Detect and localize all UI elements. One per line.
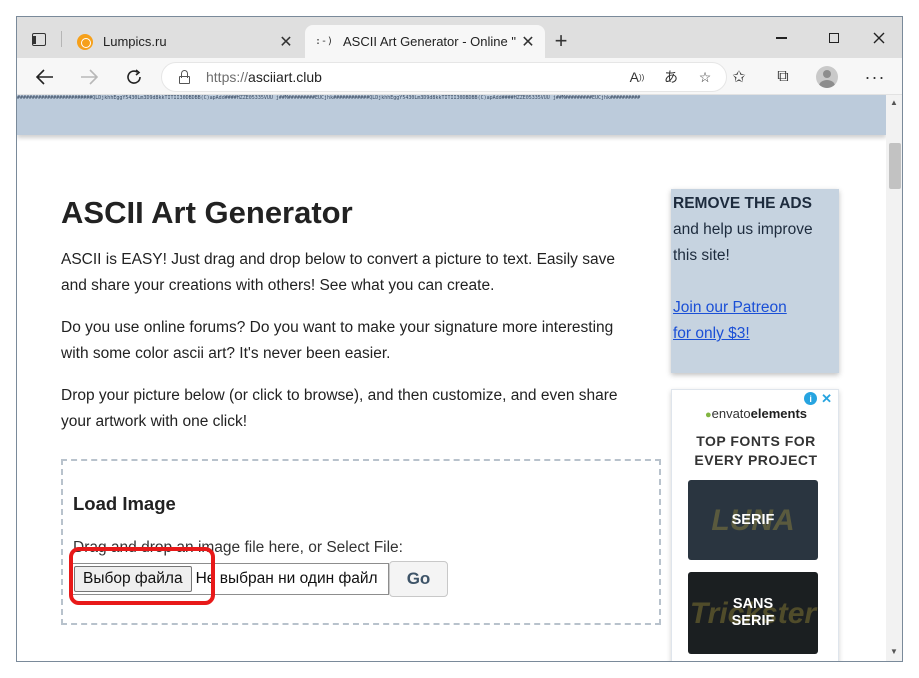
remove-ads-text: and help us improve this site! xyxy=(673,221,813,264)
forums-paragraph: Do you use online forums? Do you want to… xyxy=(61,319,614,362)
minimize-button[interactable] xyxy=(761,25,801,51)
tab-separator xyxy=(61,31,62,47)
tab-strip: Lumpics.ru ✕ :-) ASCII Art Generator - O… xyxy=(17,17,902,58)
page-title: ASCII Art Generator xyxy=(61,195,353,230)
file-status-text: Не выбран ни один файл xyxy=(195,570,378,587)
tab-close-icon[interactable]: ✕ xyxy=(517,31,539,53)
ad-headline: TOP FONTS FOR EVERY PROJECT xyxy=(694,433,818,468)
page-viewport: #########################QLDjkhhEggY5430… xyxy=(17,95,886,661)
ascii-favicon-icon: :-) xyxy=(315,35,334,47)
envato-ad[interactable]: i ✕ ●envatoelements TOP FONTS FOR EVERY … xyxy=(671,389,839,661)
forward-button[interactable] xyxy=(75,63,103,91)
highlight-annotation xyxy=(69,547,215,605)
minimize-icon xyxy=(775,37,787,39)
tab-title: Lumpics.ru xyxy=(103,34,167,49)
ascii-banner: #########################QLDjkhhEggY5430… xyxy=(17,95,886,135)
envato-logo: ●envatoelements xyxy=(704,406,808,421)
address-bar[interactable]: https://asciiart.club A)) あ ☆ xyxy=(161,62,727,92)
forward-arrow-icon xyxy=(81,69,98,85)
maximize-icon xyxy=(829,33,839,43)
read-aloud-icon[interactable]: A)) xyxy=(624,64,650,90)
ad-card-sans-serif[interactable]: Trickster SANS SERIF xyxy=(688,572,818,654)
profile-button[interactable] xyxy=(813,63,841,91)
go-button[interactable]: Go xyxy=(389,561,448,597)
close-icon xyxy=(873,32,885,44)
tab-lumpics[interactable]: Lumpics.ru ✕ xyxy=(67,25,303,58)
intro-paragraph: ASCII is EASY! Just drag and drop below … xyxy=(61,251,615,294)
maximize-button[interactable] xyxy=(814,25,854,51)
collections-icon[interactable]: ⧉ xyxy=(769,63,797,91)
lock-icon[interactable] xyxy=(178,70,192,84)
reload-button[interactable] xyxy=(120,63,148,91)
banner-ascii-text: #########################QLDjkhhEggY5430… xyxy=(17,95,641,101)
instructions-paragraph: Drop your picture below (or click to bro… xyxy=(61,387,618,430)
scroll-up-icon[interactable]: ▲ xyxy=(890,98,898,107)
avatar xyxy=(816,66,838,88)
tab-close-icon[interactable]: ✕ xyxy=(275,31,297,53)
remove-ads-box: REMOVE THE ADS and help us improve this … xyxy=(671,189,839,373)
load-image-heading: Load Image xyxy=(73,493,176,514)
patreon-link[interactable]: Join our Patreon xyxy=(673,295,837,321)
browser-window: Lumpics.ru ✕ :-) ASCII Art Generator - O… xyxy=(16,16,903,662)
more-menu-icon[interactable]: ··· xyxy=(861,63,889,91)
url-text[interactable]: https://asciiart.club xyxy=(206,69,624,85)
tab-ascii-art[interactable]: :-) ASCII Art Generator - Online "HD ✕ xyxy=(305,25,545,58)
tab-actions-icon[interactable] xyxy=(29,29,49,49)
ad-card-serif[interactable]: LUNA SERIF xyxy=(688,480,818,560)
scrollbar-thumb[interactable] xyxy=(889,143,901,189)
ad-close-icon[interactable]: ✕ xyxy=(821,392,832,405)
ad-info-icon[interactable]: i xyxy=(804,392,818,405)
new-tab-button[interactable]: + xyxy=(549,28,573,53)
back-button[interactable] xyxy=(31,63,59,91)
ad-card-label: SERIF xyxy=(731,511,775,528)
back-arrow-icon xyxy=(36,69,53,85)
tab-title: ASCII Art Generator - Online "HD xyxy=(343,34,517,49)
favorites-icon[interactable]: ✩ xyxy=(725,63,753,91)
reload-icon xyxy=(127,69,141,84)
close-window-button[interactable] xyxy=(859,25,899,51)
lumpics-favicon-icon xyxy=(77,33,93,50)
ad-card-label: SANS SERIF xyxy=(731,596,775,629)
main-content: ASCII Art Generator ASCII is EASY! Just … xyxy=(61,195,641,451)
vertical-scrollbar[interactable]: ▲ ▼ xyxy=(886,95,902,661)
address-toolbar: https://asciiart.club A)) あ ☆ ✩ ⧉ ··· xyxy=(17,58,902,95)
remove-ads-heading: REMOVE THE ADS xyxy=(673,195,812,212)
add-favorite-icon[interactable]: ☆ xyxy=(692,64,718,90)
scroll-down-icon[interactable]: ▼ xyxy=(890,647,898,656)
patreon-price-link[interactable]: for only $3! xyxy=(673,321,837,347)
translate-icon[interactable]: あ xyxy=(658,64,684,90)
envato-leaf-icon: ● xyxy=(704,409,712,421)
